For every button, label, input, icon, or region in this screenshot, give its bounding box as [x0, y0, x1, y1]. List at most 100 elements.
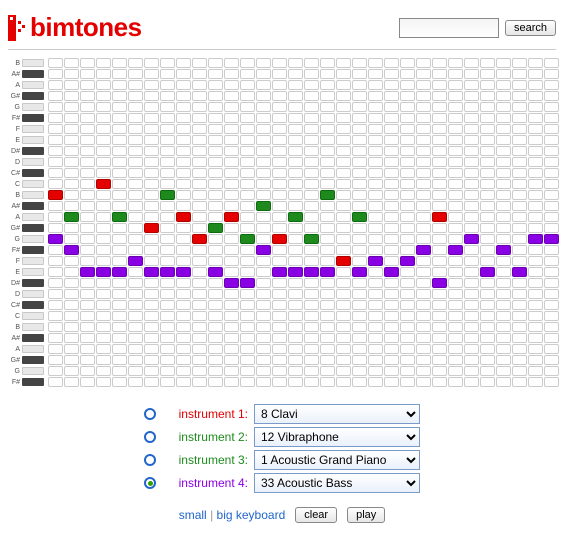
grid-cell[interactable]	[256, 113, 271, 123]
grid-cell[interactable]	[128, 212, 143, 222]
grid-cell[interactable]	[192, 135, 207, 145]
grid-cell[interactable]	[368, 377, 383, 387]
grid-cell[interactable]	[176, 322, 191, 332]
grid-cell[interactable]	[544, 179, 559, 189]
grid-cell[interactable]	[288, 212, 303, 222]
grid-cell[interactable]	[352, 212, 367, 222]
grid-cell[interactable]	[464, 278, 479, 288]
grid-cell[interactable]	[320, 311, 335, 321]
grid-cell[interactable]	[336, 212, 351, 222]
grid-cell[interactable]	[448, 179, 463, 189]
grid-cell[interactable]	[80, 344, 95, 354]
grid-cell[interactable]	[48, 168, 63, 178]
instrument-select[interactable]: 8 Clavi	[254, 404, 420, 424]
grid-cell[interactable]	[144, 333, 159, 343]
grid-cell[interactable]	[512, 322, 527, 332]
grid-cell[interactable]	[272, 146, 287, 156]
grid-cell[interactable]	[352, 278, 367, 288]
grid-cell[interactable]	[368, 234, 383, 244]
grid-cell[interactable]	[48, 377, 63, 387]
grid-cell[interactable]	[368, 80, 383, 90]
grid-cell[interactable]	[256, 278, 271, 288]
grid-cell[interactable]	[176, 300, 191, 310]
grid-cell[interactable]	[48, 223, 63, 233]
grid-cell[interactable]	[256, 124, 271, 134]
grid-cell[interactable]	[544, 355, 559, 365]
grid-cell[interactable]	[240, 278, 255, 288]
grid-cell[interactable]	[304, 190, 319, 200]
grid-cell[interactable]	[240, 333, 255, 343]
grid-cell[interactable]	[80, 256, 95, 266]
grid-cell[interactable]	[368, 102, 383, 112]
grid-cell[interactable]	[464, 245, 479, 255]
grid-cell[interactable]	[512, 344, 527, 354]
grid-cell[interactable]	[112, 58, 127, 68]
grid-cell[interactable]	[352, 102, 367, 112]
grid-cell[interactable]	[336, 190, 351, 200]
grid-cell[interactable]	[192, 234, 207, 244]
grid-cell[interactable]	[240, 124, 255, 134]
grid-cell[interactable]	[368, 157, 383, 167]
grid-cell[interactable]	[224, 333, 239, 343]
grid-cell[interactable]	[416, 157, 431, 167]
grid-cell[interactable]	[176, 168, 191, 178]
grid-cell[interactable]	[272, 234, 287, 244]
grid-cell[interactable]	[80, 267, 95, 277]
grid-cell[interactable]	[416, 344, 431, 354]
grid-cell[interactable]	[256, 300, 271, 310]
grid-cell[interactable]	[320, 113, 335, 123]
grid-cell[interactable]	[160, 157, 175, 167]
grid-cell[interactable]	[192, 245, 207, 255]
grid-cell[interactable]	[256, 223, 271, 233]
grid-cell[interactable]	[368, 146, 383, 156]
grid-cell[interactable]	[336, 135, 351, 145]
grid-cell[interactable]	[288, 201, 303, 211]
grid-cell[interactable]	[528, 234, 543, 244]
grid-cell[interactable]	[320, 256, 335, 266]
grid-cell[interactable]	[112, 190, 127, 200]
grid-cell[interactable]	[352, 344, 367, 354]
grid-cell[interactable]	[240, 146, 255, 156]
grid-cell[interactable]	[288, 113, 303, 123]
grid-cell[interactable]	[544, 146, 559, 156]
grid-cell[interactable]	[192, 333, 207, 343]
grid-cell[interactable]	[272, 355, 287, 365]
grid-cell[interactable]	[480, 300, 495, 310]
grid-cell[interactable]	[144, 201, 159, 211]
grid-cell[interactable]	[48, 135, 63, 145]
grid-cell[interactable]	[144, 168, 159, 178]
grid-cell[interactable]	[176, 311, 191, 321]
grid-cell[interactable]	[96, 256, 111, 266]
instrument-select[interactable]: 1 Acoustic Grand Piano	[254, 450, 420, 470]
grid-cell[interactable]	[464, 157, 479, 167]
grid-cell[interactable]	[304, 344, 319, 354]
grid-cell[interactable]	[448, 333, 463, 343]
grid-cell[interactable]	[544, 234, 559, 244]
grid-cell[interactable]	[240, 91, 255, 101]
grid-cell[interactable]	[176, 135, 191, 145]
grid-cell[interactable]	[224, 234, 239, 244]
grid-cell[interactable]	[128, 201, 143, 211]
grid-cell[interactable]	[128, 80, 143, 90]
grid-cell[interactable]	[464, 168, 479, 178]
grid-cell[interactable]	[112, 168, 127, 178]
grid-cell[interactable]	[112, 344, 127, 354]
grid-cell[interactable]	[304, 201, 319, 211]
grid-cell[interactable]	[304, 377, 319, 387]
grid-cell[interactable]	[432, 212, 447, 222]
grid-cell[interactable]	[368, 278, 383, 288]
grid-cell[interactable]	[464, 322, 479, 332]
grid-cell[interactable]	[288, 179, 303, 189]
grid-cell[interactable]	[160, 201, 175, 211]
grid-cell[interactable]	[80, 168, 95, 178]
grid-cell[interactable]	[448, 80, 463, 90]
grid-cell[interactable]	[464, 234, 479, 244]
grid-cell[interactable]	[480, 278, 495, 288]
grid-cell[interactable]	[432, 146, 447, 156]
grid-cell[interactable]	[320, 157, 335, 167]
grid-cell[interactable]	[448, 278, 463, 288]
grid-cell[interactable]	[448, 289, 463, 299]
grid-cell[interactable]	[192, 212, 207, 222]
grid-cell[interactable]	[224, 124, 239, 134]
grid-cell[interactable]	[320, 289, 335, 299]
